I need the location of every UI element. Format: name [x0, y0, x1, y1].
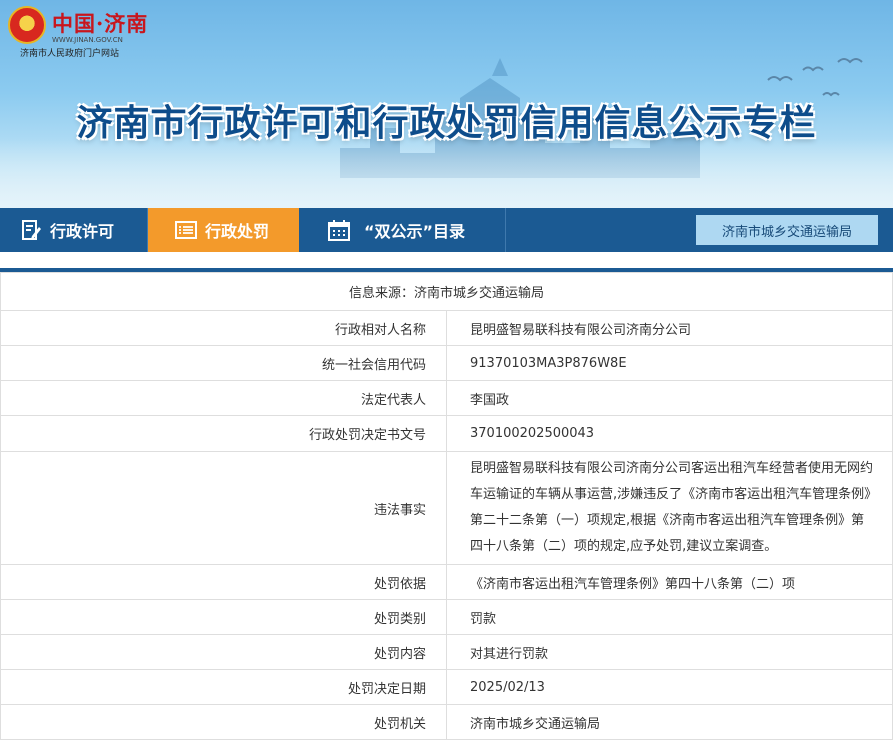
field-label: 行政相对人名称 — [0, 310, 447, 346]
field-value: 2025/02/13 — [446, 669, 893, 705]
tab-administrative-license[interactable]: 行政许可 — [20, 208, 114, 252]
table-row: 处罚类别 罚款 — [0, 599, 893, 635]
field-label: 违法事实 — [0, 451, 447, 565]
field-value: 昆明盛智易联科技有限公司济南分公司客运出租汽车经营者使用无网约车运输证的车辆从事… — [446, 451, 893, 565]
field-value: 《济南市客运出租汽车管理条例》第四十八条第（二）项 — [446, 564, 893, 600]
field-value: 昆明盛智易联科技有限公司济南分公司 — [446, 310, 893, 346]
field-value: 李国政 — [446, 380, 893, 416]
tab-label: 行政处罚 — [205, 222, 270, 241]
field-label: 法定代表人 — [0, 380, 447, 416]
tab-label: 行政许可 — [50, 222, 115, 241]
field-value: 91370103MA3P876W8E — [446, 345, 893, 381]
table-row: 处罚依据 《济南市客运出租汽车管理条例》第四十八条第（二）项 — [0, 564, 893, 600]
record-table: 信息来源：济南市城乡交通运输局 行政相对人名称 昆明盛智易联科技有限公司济南分公… — [0, 272, 893, 740]
table-row: 法定代表人 李国政 — [0, 380, 893, 416]
tab-label: “双公示”目录 — [364, 222, 466, 241]
table-row: 统一社会信用代码 91370103MA3P876W8E — [0, 345, 893, 381]
national-emblem-icon — [8, 6, 46, 44]
table-row: 行政处罚决定书文号 370100202500043 — [0, 415, 893, 452]
field-label: 处罚依据 — [0, 564, 447, 600]
document-edit-icon — [22, 220, 41, 240]
table-row: 处罚内容 对其进行罚款 — [0, 634, 893, 670]
field-value: 济南市城乡交通运输局 — [446, 704, 893, 740]
field-value: 370100202500043 — [446, 415, 893, 452]
field-value: 罚款 — [446, 599, 893, 635]
field-label: 统一社会信用代码 — [0, 345, 447, 381]
table-row: 违法事实 昆明盛智易联科技有限公司济南分公司客运出租汽车经营者使用无网约车运输证… — [0, 451, 893, 565]
site-name: 中国·济南 — [52, 11, 149, 36]
field-label: 行政处罚决定书文号 — [0, 415, 447, 452]
field-label: 处罚决定日期 — [0, 669, 447, 705]
page-title: 济南市行政许可和行政处罚信用信息公示专栏 — [76, 103, 817, 144]
field-value: 对其进行罚款 — [446, 634, 893, 670]
header-banner: 中国·济南 WWW.JINAN.GOV.CN 济南市人民政府门户网站 济南市行政… — [0, 0, 893, 208]
main-nav: 行政许可 行政处罚 “双公示”目录 济南市城乡交通运输局 — [0, 208, 893, 252]
tab-administrative-penalty[interactable]: 行政处罚 — [148, 208, 299, 252]
portal-name: 济南市人民政府门户网站 — [20, 49, 120, 59]
site-logo[interactable]: 中国·济南 WWW.JINAN.GOV.CN 济南市人民政府门户网站 — [8, 6, 158, 59]
table-row: 信息来源：济南市城乡交通运输局 — [0, 272, 893, 311]
calendar-icon — [328, 220, 350, 241]
field-label: 处罚内容 — [0, 634, 447, 670]
field-label: 处罚机关 — [0, 704, 447, 740]
table-row: 行政相对人名称 昆明盛智易联科技有限公司济南分公司 — [0, 310, 893, 346]
site-domain: WWW.JINAN.GOV.CN — [52, 36, 123, 44]
info-source: 信息来源：济南市城乡交通运输局 — [0, 272, 893, 311]
field-label: 处罚类别 — [0, 599, 447, 635]
table-row: 处罚决定日期 2025/02/13 — [0, 669, 893, 705]
table-row: 处罚机关 济南市城乡交通运输局 — [0, 704, 893, 740]
banner-haze — [0, 138, 893, 208]
tab-divider — [505, 208, 506, 252]
department-button[interactable]: 济南市城乡交通运输局 — [696, 215, 878, 245]
list-icon — [175, 221, 197, 239]
tab-double-publicity-catalog[interactable]: “双公示”目录 — [328, 208, 465, 252]
